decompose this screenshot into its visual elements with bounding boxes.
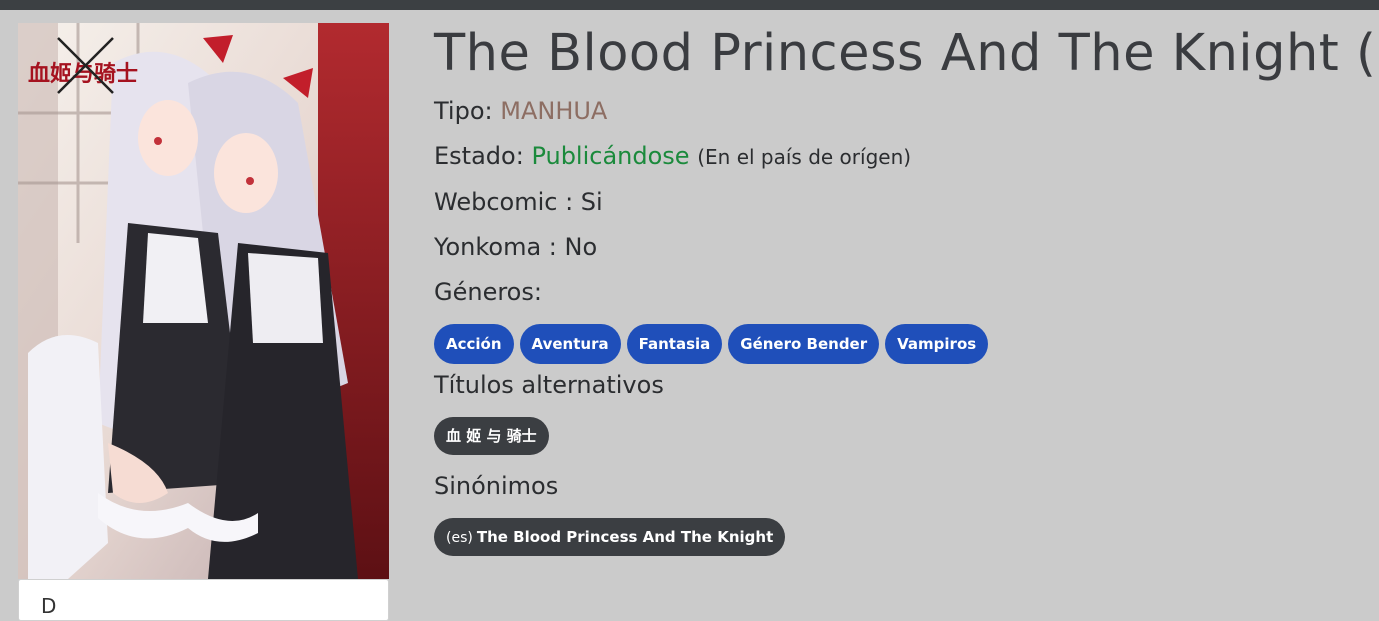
cover-caption-card: D <box>18 579 389 621</box>
estado-label: Estado: <box>434 142 524 170</box>
tipo-label: Tipo: <box>434 97 493 125</box>
estado-row: Estado: Publicándose (En el país de oríg… <box>434 141 1379 172</box>
alt-titles-heading: Títulos alternativos <box>434 371 664 399</box>
manga-info: The Blood Princess And The Knight ( Tipo… <box>434 22 1379 556</box>
alt-titles-list: 血 姬 与 骑士 <box>434 417 1379 455</box>
genre-chip-fantasia[interactable]: Fantasia <box>626 324 723 364</box>
estado-value: Publicándose <box>531 142 690 170</box>
webcomic-row: Webcomic : Si <box>434 188 603 216</box>
genre-chip-genero-bender[interactable]: Género Bender <box>728 324 880 364</box>
synonym-chip: (es) The Blood Princess And The Knight <box>434 518 786 556</box>
synonym-lang: (es) <box>446 530 473 546</box>
generos-label: Géneros: <box>434 278 542 306</box>
cover-caption-text: D <box>41 594 57 618</box>
genre-chip-vampiros[interactable]: Vampiros <box>885 324 989 364</box>
genre-chip-aventura[interactable]: Aventura <box>519 324 621 364</box>
alt-title-chip: 血 姬 与 骑士 <box>434 417 549 455</box>
tipo-row: Tipo: MANHUA <box>434 96 1379 126</box>
cover-logo: 血姬与骑士 <box>28 61 138 87</box>
synonyms-heading: Sinónimos <box>434 472 559 500</box>
synonyms-list: (es) The Blood Princess And The Knight <box>434 518 1379 556</box>
manga-title: The Blood Princess And The Knight ( <box>434 24 1377 83</box>
cover-image[interactable]: 血姬与骑士 <box>18 23 389 579</box>
yonkoma-row: Yonkoma : No <box>434 233 598 261</box>
estado-note: (En el país de orígen) <box>697 145 912 169</box>
top-bar <box>0 0 1379 10</box>
genre-chip-accion[interactable]: Acción <box>434 324 514 364</box>
tipo-value[interactable]: MANHUA <box>500 97 607 125</box>
genre-list: Acción Aventura Fantasia Género Bender V… <box>434 324 1379 364</box>
synonym-text: The Blood Princess And The Knight <box>476 528 774 546</box>
